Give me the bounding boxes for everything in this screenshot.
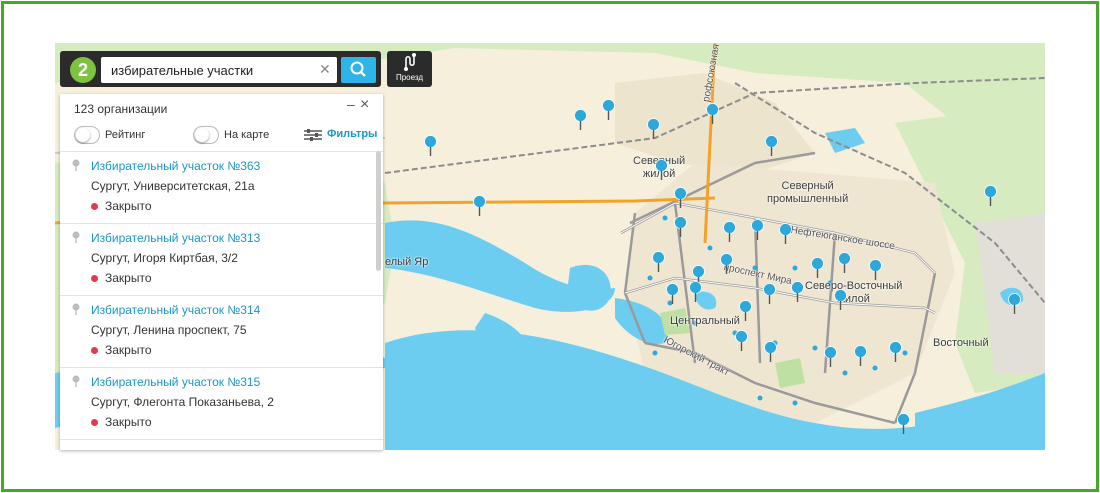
map-pin-icon[interactable] (666, 283, 679, 305)
item-status: Закрыто (105, 343, 152, 357)
search-button[interactable] (341, 57, 376, 83)
item-address: Сургут, Университетская, 21а (91, 179, 255, 193)
results-panel: 123 организации – × Рейтинг На карте Фил… (60, 94, 383, 450)
map-pin-icon[interactable] (574, 109, 587, 131)
map-pin-icon[interactable] (735, 330, 748, 352)
map-pin-icon[interactable] (706, 103, 719, 125)
map-pin-icon[interactable] (655, 159, 668, 181)
status-dot (91, 419, 98, 426)
minimize-button[interactable]: – (347, 96, 355, 112)
map-pin-icon[interactable] (834, 289, 847, 311)
item-title[interactable]: Избирательный участок №314 (91, 303, 260, 317)
map-pin-icon[interactable] (674, 187, 687, 209)
location-pin-icon (72, 375, 80, 387)
status-dot (91, 203, 98, 210)
map-pin-icon[interactable] (424, 135, 437, 157)
rating-toggle[interactable] (74, 126, 100, 144)
map-pin-icon[interactable] (779, 223, 792, 245)
map-pin-icon[interactable] (689, 281, 702, 303)
on-map-toggle[interactable] (193, 126, 219, 144)
close-button[interactable]: × (360, 96, 369, 114)
map-pin-icon[interactable] (824, 346, 837, 368)
map-pin-icon[interactable] (652, 251, 665, 273)
map-pin-icon[interactable] (751, 219, 764, 241)
map-pin-icon[interactable] (897, 413, 910, 435)
item-address: Сургут, Флегонта Показаньева, 2 (91, 395, 274, 409)
map-pin-icon[interactable] (869, 259, 882, 281)
map-label-severo-vostochny: Северо-Восточный жилой (805, 280, 903, 305)
route-label: Проезд (395, 73, 424, 82)
map-pin-icon[interactable] (674, 216, 687, 238)
map-pin-icon[interactable] (854, 345, 867, 367)
item-address: Сургут, Ленина проспект, 75 (91, 323, 247, 337)
search-input[interactable]: избирательные участки (101, 57, 337, 83)
search-query: избирательные участки (111, 63, 254, 78)
item-status: Закрыто (105, 271, 152, 285)
item-status: Закрыто (105, 415, 152, 429)
item-title[interactable]: Избирательный участок №313 (91, 231, 260, 245)
status-dot (91, 275, 98, 282)
on-map-label: На карте (224, 129, 270, 141)
rating-label: Рейтинг (105, 129, 146, 141)
scrollbar[interactable] (376, 151, 381, 271)
item-status: Закрыто (105, 199, 152, 213)
item-title[interactable]: Избирательный участок №363 (91, 159, 260, 173)
map-pin-icon[interactable] (838, 252, 851, 274)
map-pin-icon[interactable] (763, 283, 776, 305)
map-pin-icon[interactable] (1008, 293, 1021, 315)
list-item[interactable]: Избирательный участок №315 Сургут, Флего… (60, 368, 376, 440)
map-pin-icon[interactable] (647, 118, 660, 140)
map-label-vostochny: Восточный (933, 337, 989, 349)
location-pin-icon (72, 159, 80, 171)
map-pin-icon[interactable] (791, 281, 804, 303)
map-label-centralny: Центральный (670, 315, 740, 327)
map-pin-icon[interactable] (811, 257, 824, 279)
search-icon (350, 61, 366, 77)
map-label-severny-prom: Северный промышленный (767, 180, 849, 205)
divider (60, 439, 383, 440)
map-pin-icon[interactable] (473, 195, 486, 217)
results-count: 123 организации (74, 102, 168, 116)
route-icon (404, 53, 416, 71)
map-pin-icon[interactable] (765, 135, 778, 157)
list-item[interactable]: Избирательный участок №314 Сургут, Ленин… (60, 296, 376, 368)
item-address: Сургут, Игоря Киртбая, 3/2 (91, 251, 238, 265)
route-button[interactable]: Проезд (387, 51, 432, 87)
location-pin-icon (72, 231, 80, 243)
map-pin-icon[interactable] (723, 221, 736, 243)
map-pin-icon[interactable] (720, 253, 733, 275)
filters-button[interactable]: Фильтры (327, 128, 377, 140)
map-pin-icon[interactable] (764, 341, 777, 363)
filters-icon[interactable] (304, 129, 322, 141)
map-pin-icon[interactable] (984, 185, 997, 207)
location-pin-icon (72, 303, 80, 315)
map-pin-icon[interactable] (739, 300, 752, 322)
status-dot (91, 347, 98, 354)
map-label-yar: елый Яр (385, 256, 429, 268)
item-title[interactable]: Избирательный участок №315 (91, 375, 260, 389)
map-pin-icon[interactable] (602, 99, 615, 121)
map-pin-icon[interactable] (889, 341, 902, 363)
list-item[interactable]: Избирательный участок №363 Сургут, Униве… (60, 152, 376, 224)
app-logo[interactable]: 2 (70, 57, 96, 83)
list-item[interactable]: Избирательный участок №313 Сургут, Игоря… (60, 224, 376, 296)
close-icon[interactable]: ✕ (319, 61, 331, 78)
